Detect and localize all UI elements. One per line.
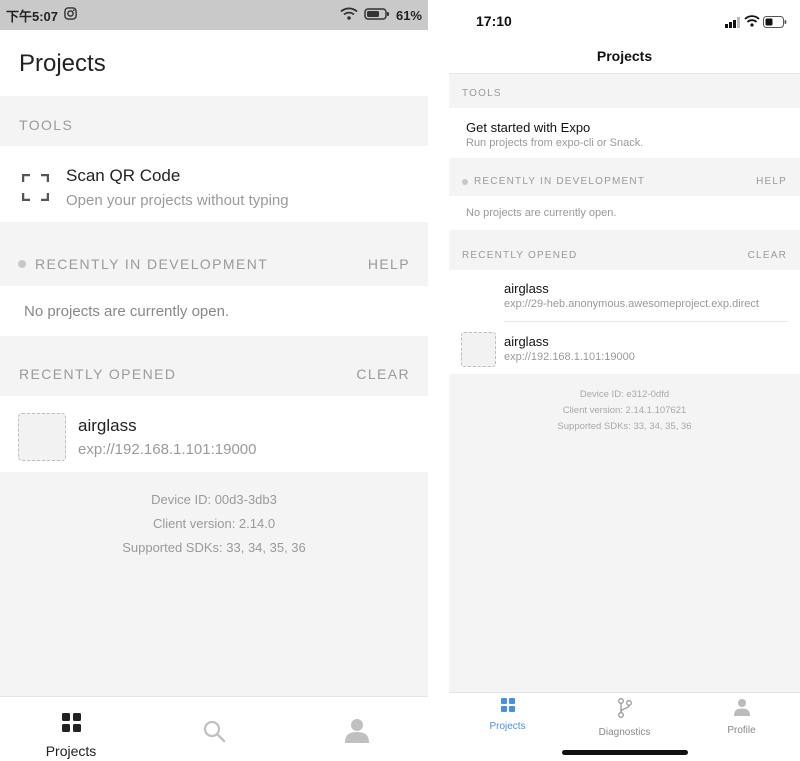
- clear-link[interactable]: CLEAR: [748, 250, 787, 261]
- ios-tab-bar: Projects Diagnostics Profile: [449, 692, 800, 761]
- supported-sdks: Supported SDKs: 33, 34, 35, 36: [122, 540, 306, 555]
- project-row[interactable]: airglass exp://192.168.1.101:19000: [0, 396, 428, 472]
- status-dot: [18, 260, 26, 268]
- tools-label: TOOLS: [462, 88, 502, 99]
- device-id: Device ID: e312-0dfd: [579, 389, 670, 400]
- no-projects-text: No projects are currently open.: [24, 303, 230, 320]
- get-started-subtitle: Run projects from expo-cli or Snack.: [466, 137, 644, 149]
- search-icon: [202, 719, 226, 748]
- project-thumbnail: [18, 413, 66, 461]
- tab-profile-label: Profile: [727, 725, 756, 736]
- tools-section-header: TOOLS: [449, 74, 800, 108]
- no-projects-row: No projects are currently open.: [0, 286, 428, 336]
- signal-icon: [725, 15, 741, 33]
- android-header: Projects: [0, 30, 428, 96]
- instagram-icon: [64, 7, 77, 23]
- help-link[interactable]: HELP: [756, 176, 787, 187]
- tab-projects-label: Projects: [489, 721, 526, 732]
- project-url: exp://192.168.1.101:19000: [504, 351, 635, 363]
- project-row[interactable]: airglass exp://192.168.1.101:19000: [449, 322, 800, 374]
- status-time: 下午5:07: [6, 8, 59, 24]
- project-row[interactable]: airglass exp://29-heb.anonymous.awesomep…: [449, 270, 800, 322]
- tools-section-header: TOOLS: [0, 96, 428, 146]
- wifi-icon: [340, 7, 358, 23]
- scan-qr-title: Scan QR Code: [66, 166, 181, 185]
- clear-link[interactable]: CLEAR: [356, 366, 410, 382]
- page-title: Projects: [19, 50, 106, 77]
- ios-status-bar: 17:10: [449, 0, 800, 42]
- ios-nav-bar: Projects: [449, 42, 800, 74]
- recent-dev-label: RECENTLY IN DEVELOPMENT: [474, 176, 646, 187]
- grid-icon: [61, 713, 81, 737]
- device-id: Device ID: 00d3-3db3: [151, 492, 277, 507]
- tab-profile[interactable]: Profile: [683, 693, 800, 743]
- tools-label: TOOLS: [19, 117, 74, 133]
- screens: 下午5:07 61% Projects TOOLS Scan QR Code O…: [0, 0, 800, 761]
- tab-diagnostics[interactable]: Diagnostics: [566, 693, 683, 743]
- android-status-bar: 下午5:07 61%: [0, 0, 428, 30]
- status-time: 17:10: [476, 13, 512, 29]
- project-thumbnail: [461, 332, 496, 367]
- tab-projects-label: Projects: [45, 743, 97, 759]
- battery-percent: 61%: [395, 7, 422, 23]
- status-dot: [462, 179, 468, 185]
- project-name: airglass: [78, 416, 137, 435]
- recent-opened-section-header: RECENTLY OPENED CLEAR: [449, 230, 800, 270]
- no-projects-text: No projects are currently open.: [466, 207, 617, 219]
- tab-profile[interactable]: [286, 697, 428, 761]
- recent-opened-label: RECENTLY OPENED: [19, 366, 177, 382]
- client-version: Client version: 2.14.0: [152, 516, 276, 531]
- get-started-title: Get started with Expo: [466, 120, 591, 135]
- divider-gap: [428, 0, 449, 761]
- device-info: Device ID: e312-0dfd Client version: 2.1…: [449, 374, 800, 435]
- recent-dev-section-header: RECENTLY IN DEVELOPMENT HELP: [449, 158, 800, 196]
- grid-icon: [500, 698, 515, 717]
- branch-icon: [617, 698, 633, 723]
- recent-opened-section-header: RECENTLY OPENED CLEAR: [0, 336, 428, 396]
- project-url: exp://192.168.1.101:19000: [78, 441, 257, 458]
- tab-search[interactable]: [143, 697, 285, 761]
- ios-screen: 17:10 Projects TOOLS Get started with Ex…: [449, 0, 800, 761]
- project-name: airglass: [504, 334, 549, 349]
- wifi-icon: [744, 14, 760, 32]
- no-projects-row: No projects are currently open.: [449, 196, 800, 230]
- project-name: airglass: [504, 281, 549, 296]
- tab-projects[interactable]: Projects: [449, 693, 566, 743]
- project-url: exp://29-heb.anonymous.awesomeproject.ex…: [504, 298, 759, 310]
- android-tab-bar: Projects: [0, 696, 428, 761]
- scan-qr-row[interactable]: Scan QR Code Open your projects without …: [0, 146, 428, 222]
- android-screen: 下午5:07 61% Projects TOOLS Scan QR Code O…: [0, 0, 428, 761]
- recent-dev-section-header: RECENTLY IN DEVELOPMENT HELP: [0, 222, 428, 286]
- supported-sdks: Supported SDKs: 33, 34, 35, 36: [557, 421, 692, 432]
- recent-dev-label: RECENTLY IN DEVELOPMENT: [35, 256, 269, 272]
- tab-diagnostics-label: Diagnostics: [598, 727, 651, 738]
- person-icon: [733, 698, 751, 721]
- recent-opened-label: RECENTLY OPENED: [462, 250, 578, 261]
- page-title: Projects: [596, 48, 653, 64]
- client-version: Client version: 2.14.1.107621: [562, 405, 687, 416]
- device-info: Device ID: 00d3-3db3 Client version: 2.1…: [0, 472, 428, 560]
- get-started-row[interactable]: Get started with Expo Run projects from …: [449, 108, 800, 158]
- battery-icon: [364, 7, 390, 23]
- tab-projects[interactable]: Projects: [0, 697, 142, 761]
- home-indicator[interactable]: [562, 750, 688, 755]
- person-icon: [344, 717, 370, 748]
- status-right: 61%: [340, 7, 422, 23]
- battery-icon: [763, 15, 787, 33]
- help-link[interactable]: HELP: [368, 256, 410, 272]
- scan-qr-icon: [21, 173, 50, 206]
- scan-qr-subtitle: Open your projects without typing: [66, 192, 289, 209]
